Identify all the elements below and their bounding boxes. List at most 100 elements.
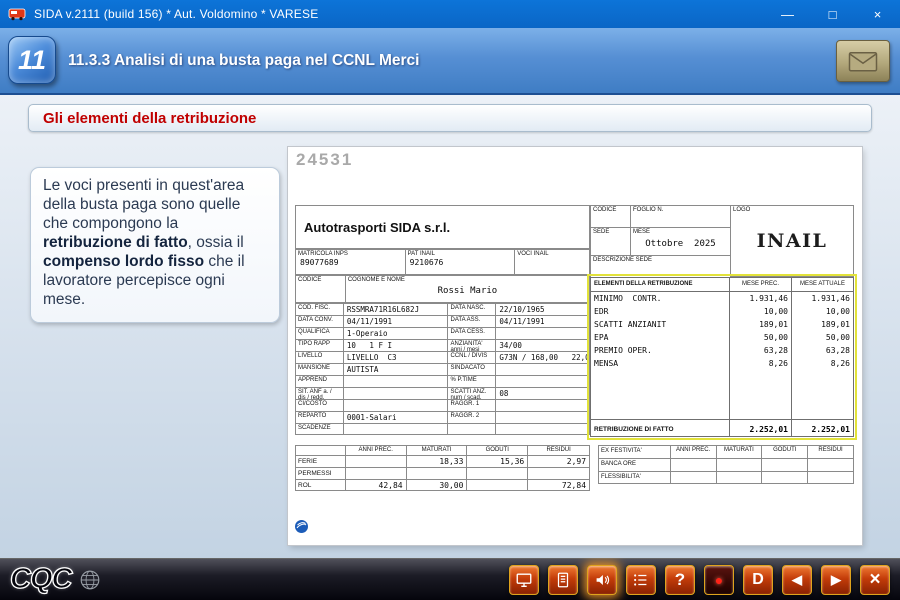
row-label: FLESSIBILITA' <box>598 471 670 484</box>
field-label: VOCI INAIL <box>515 250 589 258</box>
column-header: RESIDUI <box>807 445 853 458</box>
table-row: SIT. ANF a. / dis / redd. SCATTI ANZ. nu… <box>295 387 589 399</box>
info-panel: Le voci presenti in quest'area della bus… <box>30 167 280 323</box>
table-row: ROL 42,84 30,00 72,84 <box>295 479 589 491</box>
screen-share-button[interactable] <box>509 565 539 595</box>
column-header: GODUTI <box>466 445 527 455</box>
footer-buttons: ? ● D ◀ ▶ × <box>509 565 890 595</box>
maximize-button[interactable]: □ <box>810 0 855 28</box>
column-header: MATURATI <box>406 445 467 455</box>
field-label: MATRICOLA INPS <box>296 250 405 258</box>
close-icon: × <box>869 570 880 589</box>
field-label: MESE <box>631 228 730 236</box>
table-header: ELEMENTI DELLA RETRIBUZIONE MESE PREC. M… <box>591 278 853 292</box>
element-label: EDR <box>591 305 729 318</box>
envelope-icon <box>848 49 878 73</box>
globe-icon <box>79 569 101 591</box>
table-row: MANSIONE AUTISTA SINDACATO <box>295 363 589 375</box>
table-row: APPREND % P.TIME <box>295 375 589 387</box>
info-text: , ossia il <box>188 234 244 251</box>
cell-value: 18,33 <box>406 455 467 467</box>
help-icon: ? <box>675 571 685 588</box>
mese-cell: MESE Ottobre 2025 <box>630 227 731 256</box>
screen-share-icon <box>515 571 533 589</box>
element-label: MENSA <box>591 357 729 370</box>
close-button[interactable]: × <box>855 0 900 28</box>
cell-value <box>761 471 807 484</box>
slide-content: Gli elementi della retribuzione Le voci … <box>0 95 900 558</box>
column-header: RESIDUI <box>527 445 589 455</box>
element-value: 1.931,46 <box>808 292 853 305</box>
row-label: EX FESTIVITA' <box>598 445 670 458</box>
envelope-button[interactable] <box>836 40 890 82</box>
ferie-rol-table: ANNI PREC. MATURATI GODUTI RESIDUI FERIE… <box>295 445 590 491</box>
info-bold-retribuzione: retribuzione di fatto <box>43 234 188 251</box>
company-box: Autotrasporti SIDA s.r.l. <box>295 205 590 249</box>
table-row: BANCA ORE <box>598 458 853 471</box>
payslip-image: 24531 Autotrasporti SIDA s.r.l. MATRICOL… <box>288 147 862 545</box>
field-value: G73N / 168,00 22,00 <box>496 352 589 363</box>
table-row: SCADENZE <box>295 423 589 435</box>
exit-button[interactable]: × <box>860 565 890 595</box>
company-name: Autotrasporti SIDA s.r.l. <box>296 206 589 235</box>
inail-logo: INAIL <box>731 230 853 252</box>
row-label: PERMESSI <box>295 467 345 479</box>
field-label: CODICE <box>296 276 345 284</box>
cell-value <box>466 479 527 491</box>
minimize-button[interactable]: — <box>765 0 810 28</box>
notes-button[interactable] <box>548 565 578 595</box>
cell-value <box>527 467 589 479</box>
field-label: DATA CESS. <box>448 328 495 336</box>
table-body: MINIMO CONTR. EDR SCATTI ANZIANIT EPA PR… <box>591 292 853 419</box>
bus-app-icon <box>8 5 28 23</box>
record-button[interactable]: ● <box>704 565 734 595</box>
element-value: 50,00 <box>823 331 853 344</box>
field-label: CI/COSTO <box>296 400 343 408</box>
cell-value <box>406 467 467 479</box>
employee-details-table: COD. FISC. RSSMRA71R16L682J DATA NASC. 2… <box>295 303 590 435</box>
info-text: Le voci presenti in quest'area della bus… <box>43 177 244 232</box>
list-icon <box>632 571 650 589</box>
previous-button[interactable]: ◀ <box>782 565 812 595</box>
cell-value: 42,84 <box>345 479 406 491</box>
cell-value: 15,36 <box>466 455 527 467</box>
column-header: ANNI PREC. <box>345 445 406 455</box>
row-label: FERIE <box>295 455 345 467</box>
descrizione-sede-cell: DESCRIZIONE SEDE <box>590 255 731 278</box>
lesson-title: 11.3.3 Analisi di una busta paga nel CCN… <box>68 28 419 93</box>
field-label <box>448 424 495 426</box>
column-header: MESE PREC. <box>730 278 792 291</box>
d-button[interactable]: D <box>743 565 773 595</box>
element-value: 189,01 <box>756 318 791 331</box>
cell-value <box>807 471 853 484</box>
field-label: DATA CONV. <box>296 316 343 324</box>
field-value: 0001-Salari <box>344 412 448 423</box>
field-value: 22/10/1965 <box>496 304 589 315</box>
column-header: ANNI PREC. <box>670 445 716 458</box>
index-button[interactable] <box>626 565 656 595</box>
element-value: 189,01 <box>818 318 853 331</box>
cell-value <box>345 455 406 467</box>
field-label: DATA NASC. <box>448 304 495 312</box>
audio-button[interactable] <box>587 565 617 595</box>
table-row: FERIE 18,33 15,36 2,97 <box>295 455 589 467</box>
speaker-icon <box>593 571 611 589</box>
total-value: 2.252,01 <box>792 420 853 436</box>
total-value: 2.252,01 <box>730 420 792 436</box>
toolbar-footer: CQC <box>0 558 900 600</box>
row-label: BANCA ORE <box>598 458 670 471</box>
help-button[interactable]: ? <box>665 565 695 595</box>
table-row: PERMESSI <box>295 467 589 479</box>
element-value: 10,00 <box>823 305 853 318</box>
element-label: SCATTI ANZIANIT <box>591 318 729 331</box>
field-label: MANSIONE <box>296 364 343 372</box>
field-label: SEDE <box>591 228 630 236</box>
logo-cell: LOGO INAIL <box>730 205 854 277</box>
element-value: 10,00 <box>761 305 791 318</box>
element-value: 1.931,46 <box>746 292 791 305</box>
field-label: SCATTI ANZ. num / scad. <box>448 388 495 399</box>
record-icon: ● <box>715 573 723 587</box>
elementi-retribuzione-table: ELEMENTI DELLA RETRIBUZIONE MESE PREC. M… <box>590 277 854 437</box>
next-button[interactable]: ▶ <box>821 565 851 595</box>
element-label: PREMIO OPER. <box>591 344 729 357</box>
